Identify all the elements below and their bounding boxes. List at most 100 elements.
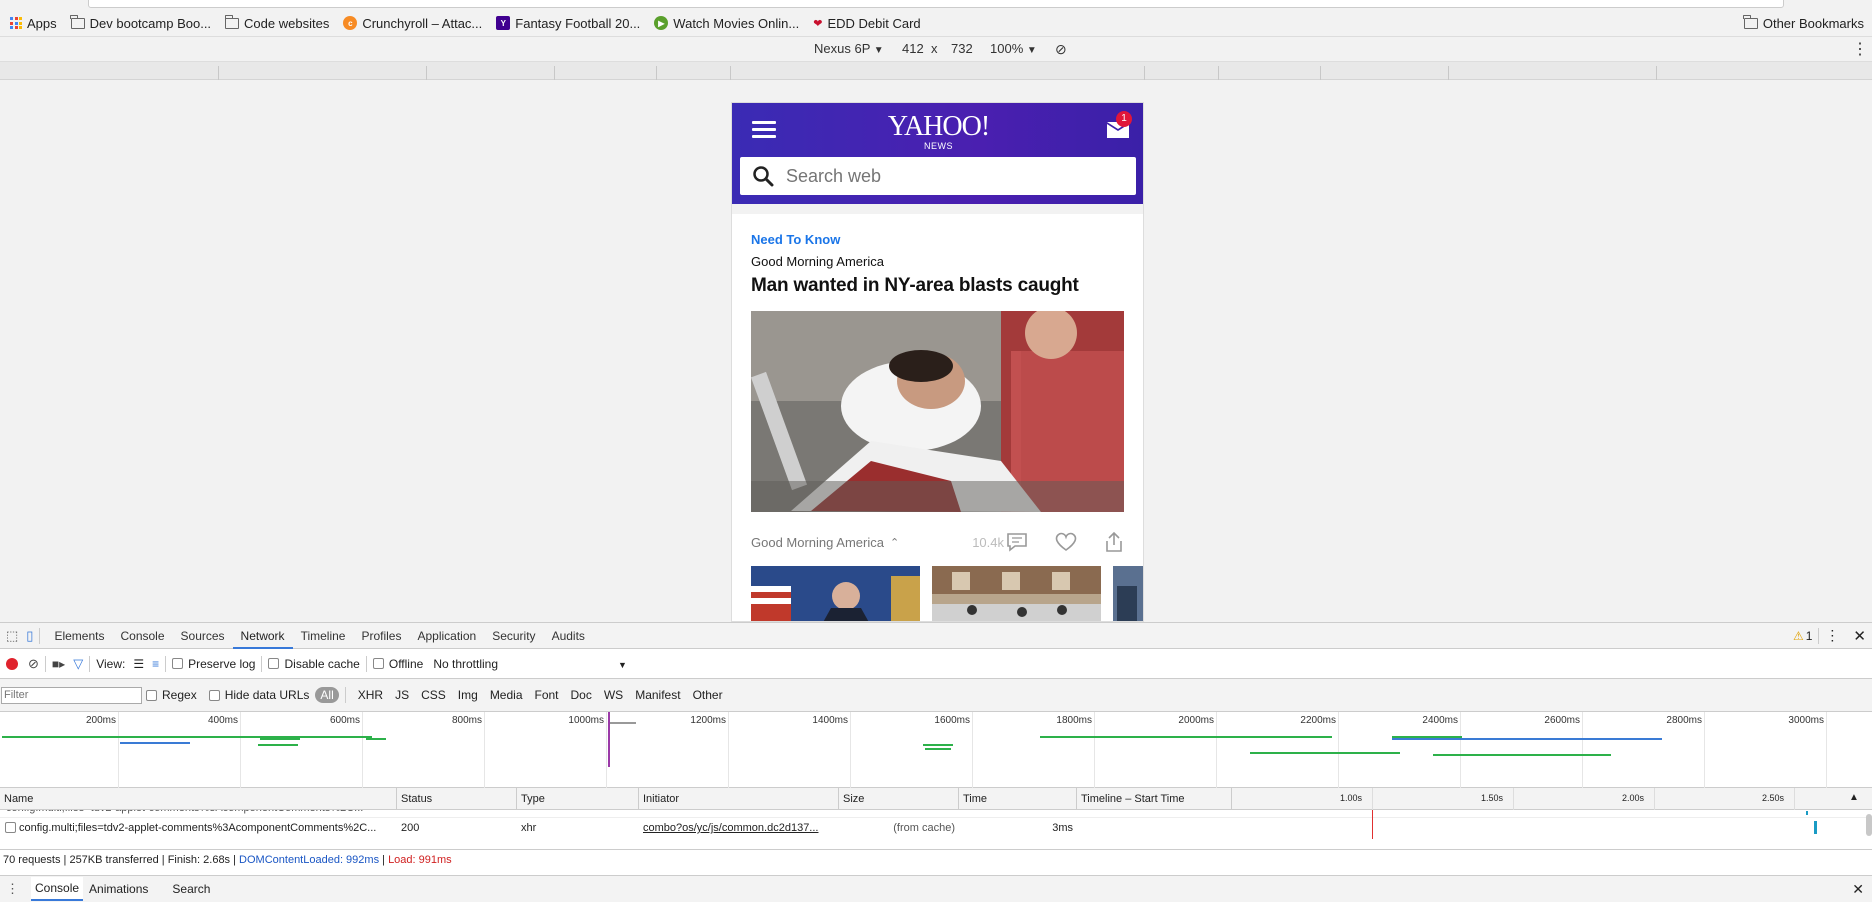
story-kicker[interactable]: Need To Know — [751, 232, 840, 247]
search-input[interactable] — [786, 165, 1116, 187]
bookmark-edd-debit[interactable]: ❤ EDD Debit Card — [809, 16, 924, 31]
scrollbar[interactable] — [1866, 814, 1872, 836]
large-rows-icon[interactable]: ☰ — [133, 657, 144, 671]
ruler-tick — [1218, 66, 1219, 80]
tab-timeline[interactable]: Timeline — [293, 623, 354, 649]
tab-security[interactable]: Security — [484, 623, 543, 649]
row-initiator-link[interactable]: combo?os/yc/js/common.dc2d137... — [639, 818, 839, 838]
filter-type-xhr[interactable]: XHR — [352, 688, 389, 702]
record-icon[interactable] — [6, 657, 18, 670]
table-row[interactable]: config.multi;files=tdv2-applet-comments%… — [0, 810, 1872, 839]
bookmark-fantasy-football[interactable]: Y Fantasy Football 20... — [492, 16, 644, 31]
filter-icon[interactable]: ▽ — [73, 656, 83, 672]
viewport-width-input[interactable]: 412 — [902, 41, 924, 56]
overview-gridline — [972, 712, 973, 789]
column-initiator[interactable]: Initiator — [639, 788, 839, 810]
devtools-menu-icon[interactable]: ⋮ — [1825, 627, 1839, 644]
drawer-tab-search[interactable]: Search — [172, 882, 210, 896]
device-mode-icon[interactable]: ▯ — [26, 628, 33, 644]
row-name[interactable]: config.multi;files=tdv2-applet-comments%… — [15, 818, 397, 838]
filter-type-other[interactable]: Other — [687, 688, 729, 702]
column-time[interactable]: Time — [959, 788, 1077, 810]
filter-type-font[interactable]: Font — [529, 688, 565, 702]
filter-type-manifest[interactable]: Manifest — [629, 688, 686, 702]
tab-profiles[interactable]: Profiles — [353, 623, 409, 649]
overview-gridline — [362, 712, 363, 789]
zoom-select[interactable]: 100% ▼ — [990, 41, 1037, 56]
overview-tick-label: 2200ms — [1300, 715, 1336, 726]
device-select[interactable]: Nexus 6P ▼ — [814, 41, 884, 56]
related-story-thumbnail[interactable] — [932, 566, 1101, 621]
tab-console[interactable]: Console — [112, 623, 172, 649]
related-story-thumbnail[interactable] — [1113, 566, 1143, 621]
hide-data-urls-checkbox[interactable] — [208, 689, 220, 701]
heart-icon[interactable] — [1054, 532, 1078, 552]
sort-triangle-icon[interactable]: ▲ — [1849, 792, 1859, 803]
comment-icon[interactable] — [1006, 532, 1028, 552]
column-size[interactable]: Size — [839, 788, 959, 810]
filter-type-all[interactable]: All — [315, 687, 339, 703]
column-timeline[interactable]: Timeline – Start Time — [1077, 788, 1232, 810]
tab-sources[interactable]: Sources — [173, 623, 233, 649]
tab-network[interactable]: Network — [232, 623, 293, 649]
tab-application[interactable]: Application — [409, 623, 484, 649]
tab-audits[interactable]: Audits — [544, 623, 593, 649]
overview-tick-label: 1800ms — [1056, 715, 1092, 726]
tab-elements[interactable]: Elements — [46, 623, 112, 649]
close-drawer-icon[interactable]: ✕ — [1852, 881, 1864, 898]
filter-input[interactable] — [1, 686, 142, 704]
bookmark-other[interactable]: Other Bookmarks — [1740, 14, 1868, 31]
disable-cache-checkbox[interactable] — [268, 658, 280, 669]
story-photo[interactable] — [751, 311, 1124, 512]
column-status[interactable]: Status — [397, 788, 517, 810]
related-story-thumbnail[interactable] — [751, 566, 920, 621]
ruler-tick — [656, 66, 657, 80]
viewport-height-input[interactable]: 732 — [951, 41, 973, 56]
drawer-tab-console[interactable]: Console — [31, 877, 84, 901]
bookmark-watch-movies[interactable]: ▶ Watch Movies Onlin... — [650, 16, 803, 31]
column-type[interactable]: Type — [517, 788, 639, 810]
search-box[interactable] — [740, 157, 1136, 195]
table-row[interactable]: config.multi;files=tdv2-applet-comments%… — [0, 810, 1872, 818]
regex-checkbox[interactable] — [146, 689, 157, 701]
address-bar[interactable] — [88, 0, 1784, 8]
share-icon[interactable] — [1104, 531, 1124, 553]
row-timing-bar — [1806, 811, 1808, 815]
footer-source[interactable]: Good Morning America — [751, 535, 884, 550]
drawer-tab-animations[interactable]: Animations — [89, 882, 148, 896]
bookmark-label: Other Bookmarks — [1762, 15, 1864, 31]
row-time: 3ms — [1052, 822, 1073, 834]
close-icon[interactable]: ✕ — [1853, 627, 1866, 645]
filter-type-js[interactable]: JS — [389, 688, 415, 702]
request-bar — [610, 722, 636, 724]
clear-icon[interactable]: ⊘ — [28, 656, 39, 672]
more-options-icon[interactable]: ⋮ — [1852, 39, 1868, 59]
ruler-tick — [1144, 66, 1145, 80]
story-headline[interactable]: Man wanted in NY-area blasts caught — [751, 275, 1079, 297]
column-name[interactable]: Name — [0, 788, 397, 810]
preserve-log-checkbox[interactable] — [172, 658, 184, 669]
chevron-up-icon[interactable]: ⌃ — [890, 536, 899, 549]
filter-type-media[interactable]: Media — [484, 688, 529, 702]
network-overview[interactable]: 200ms 400ms 600ms 800ms 1000ms 1200ms 1400ms 16… — [0, 711, 1872, 789]
yahoo-logo[interactable]: YAHOO! — [732, 111, 1143, 143]
story-footer: Good Morning America ⌃ 10.4k — [751, 530, 1124, 554]
inspect-element-icon[interactable]: ⬚ — [6, 628, 18, 644]
overview-icon[interactable]: ≡ — [152, 657, 159, 671]
warning-icon[interactable]: ⚠ — [1793, 629, 1804, 643]
rotate-icon[interactable]: ⊘ — [1055, 41, 1067, 58]
filter-type-img[interactable]: Img — [452, 688, 484, 702]
ruler-tick — [426, 66, 427, 80]
play-icon: ▶ — [654, 16, 669, 30]
filter-type-doc[interactable]: Doc — [565, 688, 598, 702]
bookmark-code-websites[interactable]: Code websites — [221, 14, 333, 31]
drawer-menu-icon[interactable]: ⋮ — [6, 881, 19, 897]
bookmark-apps[interactable]: Apps — [6, 16, 61, 31]
bookmark-dev-bootcamp[interactable]: Dev bootcamp Boo... — [67, 14, 215, 31]
filter-type-css[interactable]: CSS — [415, 688, 452, 702]
offline-checkbox[interactable] — [372, 658, 384, 669]
filter-type-ws[interactable]: WS — [598, 688, 629, 702]
bookmark-crunchyroll[interactable]: c Crunchyroll – Attac... — [339, 16, 486, 31]
throttling-select[interactable]: No throttling ▼ — [433, 657, 627, 671]
camera-icon[interactable]: ■▸ — [52, 657, 65, 671]
